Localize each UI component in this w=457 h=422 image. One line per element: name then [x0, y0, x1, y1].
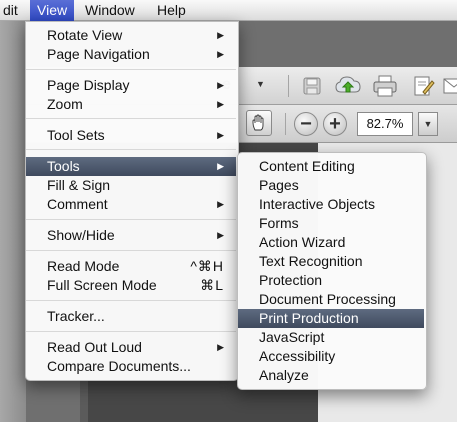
menu-separator: [26, 118, 236, 119]
menu-separator: [26, 219, 236, 220]
menu-item-label: Tools: [47, 158, 80, 174]
menu-item-print-production[interactable]: Print Production: [238, 309, 424, 328]
submenu-arrow-icon: ▶: [217, 99, 224, 109]
dropdown-arrow-icon[interactable]: ▼: [256, 79, 265, 89]
menu-item-label: Read Out Loud: [47, 339, 142, 355]
toolbar-separator: [288, 75, 289, 97]
menu-item-protection[interactable]: Protection: [238, 271, 424, 290]
menu-item-label: Page Navigation: [47, 46, 150, 62]
submenu-arrow-icon: ▶: [217, 161, 224, 171]
menu-item-label: Full Screen Mode: [47, 277, 157, 293]
menu-item-show-hide[interactable]: Show/Hide ▶: [26, 226, 236, 245]
menu-item-read-out-loud[interactable]: Read Out Loud ▶: [26, 338, 236, 357]
zoom-level-field[interactable]: 82.7%: [357, 112, 413, 136]
submenu-arrow-icon: ▶: [217, 130, 224, 140]
menu-item-label: Pages: [259, 177, 299, 193]
window-edge: [0, 21, 26, 422]
menu-separator: [26, 69, 236, 70]
menu-item-label: Compare Documents...: [47, 358, 191, 374]
hand-tool-icon[interactable]: [246, 110, 272, 136]
menu-item-javascript[interactable]: JavaScript: [238, 328, 424, 347]
menu-item-label: Zoom: [47, 96, 83, 112]
menu-window[interactable]: Window: [78, 0, 142, 21]
view-menu: Rotate View ▶ Page Navigation ▶ Page Dis…: [25, 21, 239, 381]
menu-separator: [26, 300, 236, 301]
menu-item-accessibility[interactable]: Accessibility: [238, 347, 424, 366]
menu-item-tools[interactable]: Tools ▶: [26, 157, 236, 176]
menu-item-label: Show/Hide: [47, 227, 115, 243]
menu-item-label: Rotate View: [47, 27, 123, 43]
menu-item-label: Text Recognition: [259, 253, 363, 269]
menu-item-label: JavaScript: [259, 329, 325, 345]
menu-item-label: Analyze: [259, 367, 309, 383]
menu-item-label: Interactive Objects: [259, 196, 375, 212]
print-icon[interactable]: [371, 72, 399, 100]
menu-item-label: Comment: [47, 196, 108, 212]
menu-item-compare-documents[interactable]: Compare Documents...: [26, 357, 236, 376]
shortcut-label: ^⌘H: [190, 258, 224, 274]
menu-item-label: Protection: [259, 272, 323, 288]
menu-item-tracker[interactable]: Tracker...: [26, 307, 236, 326]
menu-edit[interactable]: dit: [0, 0, 25, 21]
cloud-upload-icon[interactable]: [334, 72, 362, 100]
submenu-arrow-icon: ▶: [217, 342, 224, 352]
menu-item-forms[interactable]: Forms: [238, 214, 424, 233]
menu-item-label: Action Wizard: [259, 234, 346, 250]
menu-separator: [26, 149, 236, 150]
menu-view[interactable]: View: [30, 0, 75, 21]
menu-item-label: Fill & Sign: [47, 177, 111, 193]
menu-separator: [26, 331, 236, 332]
zoom-dropdown-icon[interactable]: ▼: [418, 112, 438, 136]
menu-item-comment[interactable]: Comment ▶: [26, 195, 236, 214]
menu-item-page-display[interactable]: Page Display ▶: [26, 76, 236, 95]
submenu-arrow-icon: ▶: [217, 30, 224, 40]
menu-item-content-editing[interactable]: Content Editing: [238, 157, 424, 176]
menu-bar: dit View Window Help: [0, 0, 457, 21]
edit-document-icon[interactable]: [410, 72, 438, 100]
email-icon[interactable]: [440, 72, 457, 100]
toolbar-separator: [285, 113, 286, 135]
menu-help[interactable]: Help: [150, 0, 193, 21]
menu-item-full-screen-mode[interactable]: Full Screen Mode ⌘L: [26, 276, 236, 295]
zoom-out-icon[interactable]: −: [294, 112, 318, 136]
menu-item-page-navigation[interactable]: Page Navigation ▶: [26, 45, 236, 64]
tools-submenu: Content Editing Pages Interactive Object…: [237, 152, 427, 390]
menu-item-label: Forms: [259, 215, 299, 231]
menu-item-read-mode[interactable]: Read Mode ^⌘H: [26, 257, 236, 276]
menu-item-fill-sign[interactable]: Fill & Sign: [26, 176, 236, 195]
menu-item-zoom[interactable]: Zoom ▶: [26, 95, 236, 114]
menu-item-label: Tool Sets: [47, 127, 105, 143]
menu-item-document-processing[interactable]: Document Processing: [238, 290, 424, 309]
menu-item-analyze[interactable]: Analyze: [238, 366, 424, 385]
menu-item-label: Document Processing: [259, 291, 396, 307]
menu-item-label: Tracker...: [47, 308, 105, 324]
menu-item-label: Accessibility: [259, 348, 336, 364]
menu-item-text-recognition[interactable]: Text Recognition: [238, 252, 424, 271]
menu-item-tool-sets[interactable]: Tool Sets ▶: [26, 126, 236, 145]
submenu-arrow-icon: ▶: [217, 80, 224, 90]
menu-item-rotate-view[interactable]: Rotate View ▶: [26, 26, 236, 45]
menu-item-pages[interactable]: Pages: [238, 176, 424, 195]
submenu-arrow-icon: ▶: [217, 230, 224, 240]
menu-item-label: Content Editing: [259, 158, 355, 174]
submenu-arrow-icon: ▶: [217, 199, 224, 209]
zoom-in-icon[interactable]: +: [323, 112, 347, 136]
menu-item-label: Page Display: [47, 77, 130, 93]
menu-item-action-wizard[interactable]: Action Wizard: [238, 233, 424, 252]
shortcut-label: ⌘L: [200, 277, 224, 293]
save-icon[interactable]: [298, 72, 326, 100]
menu-separator: [26, 250, 236, 251]
submenu-arrow-icon: ▶: [217, 49, 224, 59]
menu-item-label: Print Production: [259, 310, 359, 326]
menu-item-label: Read Mode: [47, 258, 120, 274]
menu-item-interactive-objects[interactable]: Interactive Objects: [238, 195, 424, 214]
